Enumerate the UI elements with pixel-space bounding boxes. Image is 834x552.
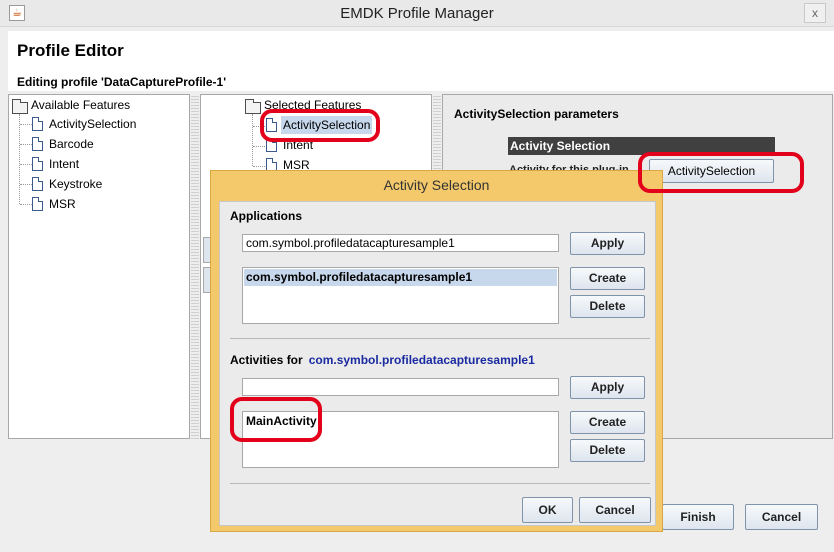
- dialog-title: Activity Selection: [383, 177, 490, 193]
- available-features-root[interactable]: Available Features: [29, 96, 132, 114]
- available-feature-barcode[interactable]: Barcode: [47, 135, 96, 153]
- divider: [230, 483, 650, 484]
- parameters-title: ActivitySelection parameters: [454, 107, 619, 121]
- selected-features-root[interactable]: Selected Features: [262, 96, 363, 114]
- available-feature-msr[interactable]: MSR: [47, 195, 78, 213]
- window-title: EMDK Profile Manager: [340, 5, 494, 22]
- activity-selection-value-button[interactable]: ActivitySelection: [649, 159, 774, 183]
- list-item[interactable]: com.symbol.profiledatacapturesample1: [244, 269, 557, 286]
- selected-feature-activityselection[interactable]: ActivitySelection: [281, 116, 373, 134]
- activity-input[interactable]: [242, 378, 559, 396]
- finish-button[interactable]: Finish: [662, 504, 734, 530]
- close-icon[interactable]: x: [804, 3, 826, 23]
- available-features-panel: Available Features ActivitySelection Bar…: [8, 94, 190, 439]
- page-title: Profile Editor: [17, 41, 124, 60]
- dialog-body: Applications com.symbol.profiledatacaptu…: [219, 201, 656, 526]
- available-feature-intent[interactable]: Intent: [47, 155, 81, 173]
- available-feature-keystroke[interactable]: Keystroke: [47, 175, 104, 193]
- apply-application-button[interactable]: Apply: [570, 232, 645, 255]
- available-feature-activityselection[interactable]: ActivitySelection: [47, 115, 138, 133]
- activity-selection-dialog: Activity Selection Applications com.symb…: [210, 170, 663, 532]
- parameters-header: Activity Selection: [508, 137, 775, 155]
- activities-list[interactable]: MainActivity: [242, 411, 559, 468]
- panel-splitter[interactable]: [191, 94, 199, 439]
- applications-label: Applications: [230, 209, 303, 223]
- editor-header: Profile Editor Editing profile 'DataCapt…: [8, 31, 834, 91]
- create-application-button[interactable]: Create: [570, 267, 645, 290]
- folder-icon: [245, 99, 261, 114]
- activities-label: Activities for com.symbol.profiledatacapt…: [230, 353, 535, 367]
- editing-profile-label: Editing profile 'DataCaptureProfile-1': [17, 75, 227, 89]
- document-icon: [32, 177, 43, 191]
- delete-application-button[interactable]: Delete: [570, 295, 645, 318]
- document-icon: [32, 137, 43, 151]
- activities-package-name: com.symbol.profiledatacapturesample1: [308, 353, 535, 367]
- selected-feature-intent[interactable]: Intent: [281, 136, 315, 154]
- dialog-cancel-button[interactable]: Cancel: [579, 497, 651, 523]
- apply-activity-button[interactable]: Apply: [570, 376, 645, 399]
- document-icon: [266, 138, 277, 152]
- delete-activity-button[interactable]: Delete: [570, 439, 645, 462]
- title-bar: ☕ EMDK Profile Manager x: [0, 0, 834, 27]
- document-icon: [32, 117, 43, 131]
- document-icon: [32, 157, 43, 171]
- cancel-button[interactable]: Cancel: [745, 504, 818, 530]
- create-activity-button[interactable]: Create: [570, 411, 645, 434]
- document-icon: [32, 197, 43, 211]
- applications-list[interactable]: com.symbol.profiledatacapturesample1: [242, 267, 559, 324]
- list-item[interactable]: MainActivity: [244, 413, 557, 430]
- application-input[interactable]: com.symbol.profiledatacapturesample1: [242, 234, 559, 252]
- document-icon: [266, 118, 277, 132]
- folder-icon: [12, 99, 28, 114]
- divider: [230, 338, 650, 339]
- ok-button[interactable]: OK: [522, 497, 573, 523]
